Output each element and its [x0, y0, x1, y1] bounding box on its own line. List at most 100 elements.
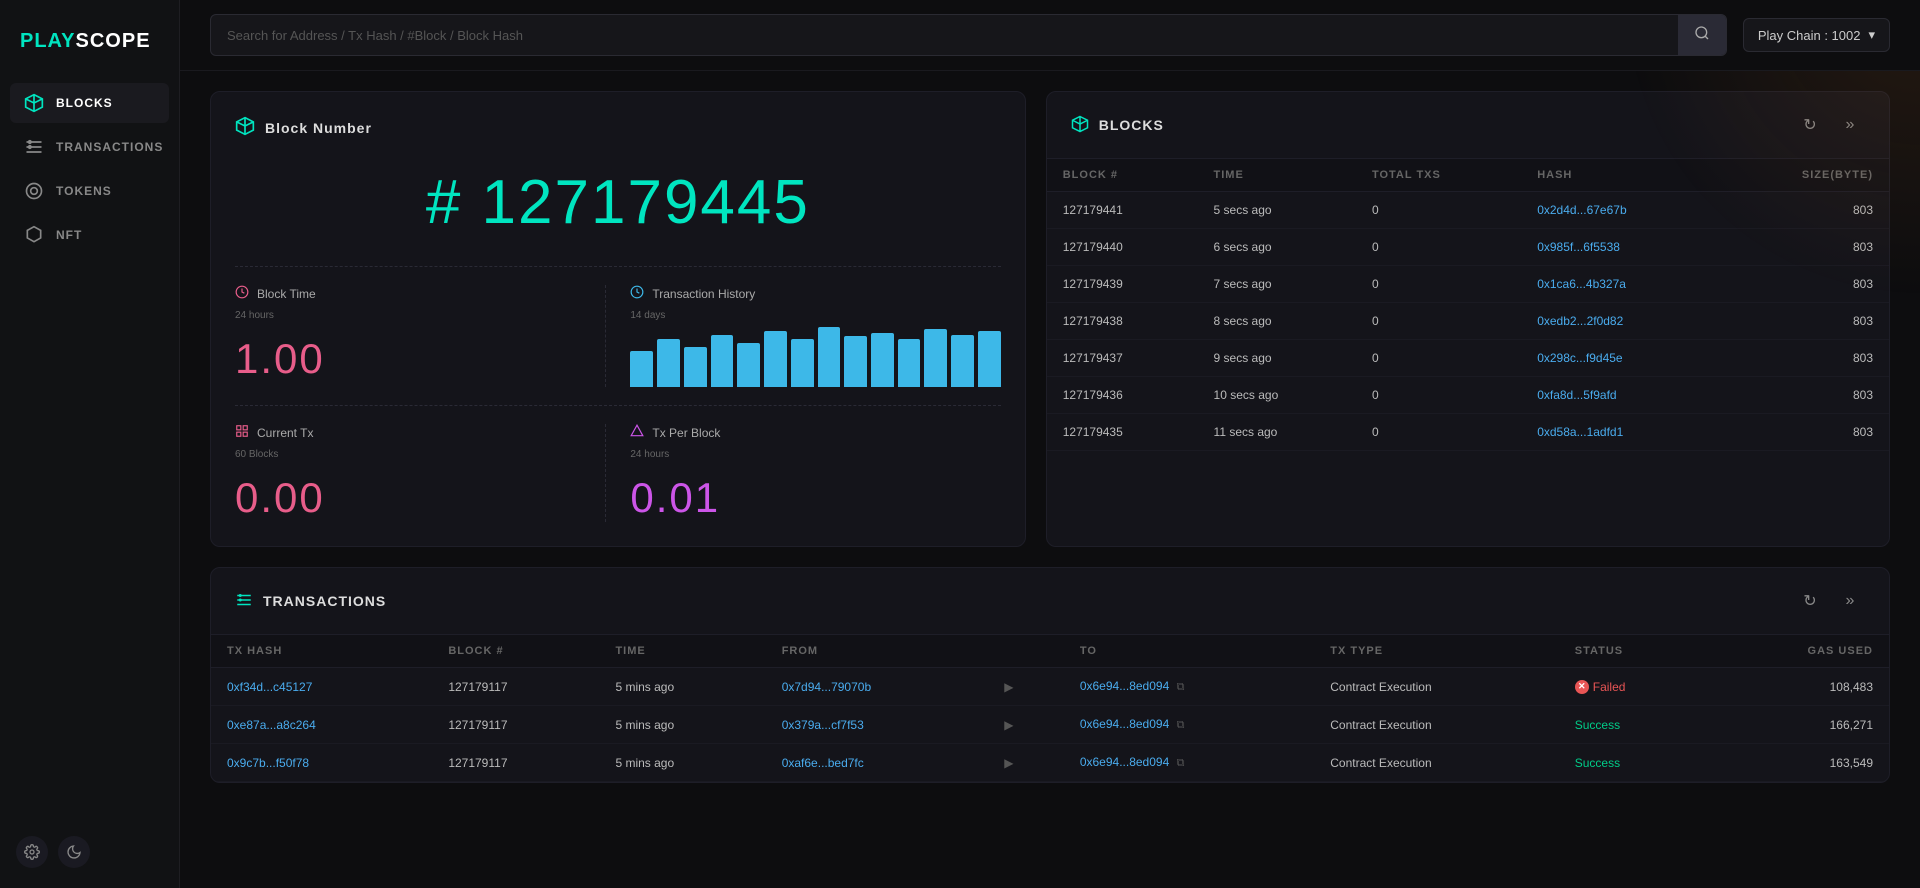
block-size-cell: 803 [1720, 303, 1889, 340]
block-hash-cell[interactable]: 0x2d4d...67e67b [1521, 192, 1720, 229]
block-hash-cell[interactable]: 0x298c...f9d45e [1521, 340, 1720, 377]
transactions-icon [24, 137, 44, 157]
settings-button[interactable] [16, 836, 48, 868]
tx-per-block-value: 0.01 [630, 474, 1000, 522]
tx-from-cell[interactable]: 0x379a...cf7f53 [766, 706, 989, 744]
chart-bar [844, 336, 867, 387]
block-hash-link[interactable]: 0xfa8d...5f9afd [1537, 388, 1616, 402]
blocks-refresh-button[interactable]: ↻ [1795, 110, 1825, 140]
block-hash-cell[interactable]: 0x985f...6f5538 [1521, 229, 1720, 266]
tx-from-link[interactable]: 0x379a...cf7f53 [782, 718, 864, 732]
col-size: SIZE(BYTE) [1720, 159, 1889, 192]
tx-to-link[interactable]: 0x6e94...8ed094 [1080, 755, 1169, 769]
block-hash-cell[interactable]: 0xfa8d...5f9afd [1521, 377, 1720, 414]
search-input[interactable] [211, 18, 1678, 53]
sidebar-item-nft[interactable]: NFT [10, 215, 169, 255]
stats-row-top: Block Time 24 hours 1.00 Transaction His… [235, 285, 1001, 387]
sidebar-label-tokens: TOKENS [56, 184, 112, 198]
status-failed: ✕Failed [1575, 680, 1695, 694]
col-hash: HASH [1521, 159, 1720, 192]
tx-from-link[interactable]: 0x7d94...79070b [782, 680, 871, 694]
stats-row-bottom: Current Tx 60 Blocks 0.00 Tx Per Block [235, 424, 1001, 522]
block-hash-cell[interactable]: 0x1ca6...4b327a [1521, 266, 1720, 303]
transactions-forward-button[interactable]: » [1835, 586, 1865, 616]
tx-hash-link[interactable]: 0xe87a...a8c264 [227, 718, 316, 732]
tx-hash-cell[interactable]: 0xe87a...a8c264 [211, 706, 432, 744]
current-tx-value: 0.00 [235, 474, 605, 522]
tx-hash-link[interactable]: 0x9c7b...f50f78 [227, 756, 309, 770]
sidebar-label-transactions: TRANSACTIONS [56, 140, 163, 154]
tokens-icon [24, 181, 44, 201]
block-hash-link[interactable]: 0x2d4d...67e67b [1537, 203, 1626, 217]
block-time-cell: 5 secs ago [1198, 192, 1356, 229]
sidebar-item-tokens[interactable]: TOKENS [10, 171, 169, 211]
col-tx-from: FROM [766, 635, 989, 668]
blocks-table-title: BLOCKS [1071, 115, 1795, 136]
block-number-card-header: Block Number [235, 116, 1001, 139]
block-num-cell: 127179439 [1047, 266, 1198, 303]
block-hash-link[interactable]: 0xedb2...2f0d82 [1537, 314, 1623, 328]
blocks-table-header-row: BLOCK # TIME TOTAL TXS HASH SIZE(BYTE) [1047, 159, 1889, 192]
block-size-cell: 803 [1720, 229, 1889, 266]
col-tx-hash: TX HASH [211, 635, 432, 668]
tx-hash-link[interactable]: 0xf34d...c45127 [227, 680, 312, 694]
block-time-cell: 7 secs ago [1198, 266, 1356, 303]
blocks-table-card: BLOCKS ↻ » BLOCK # TIME TOTAL TXS HASH [1046, 91, 1890, 547]
block-hash-link[interactable]: 0xd58a...1adfd1 [1537, 425, 1623, 439]
table-row: 0x9c7b...f50f78 127179117 5 mins ago 0xa… [211, 744, 1889, 782]
search-button[interactable] [1678, 15, 1726, 55]
block-hash-cell[interactable]: 0xedb2...2f0d82 [1521, 303, 1720, 340]
block-hash-cell[interactable]: 0xd58a...1adfd1 [1521, 414, 1720, 451]
transactions-table-header: TRANSACTIONS ↻ » [211, 568, 1889, 635]
header: Play Chain : 1002 ▾ [180, 0, 1920, 71]
blocks-table-header: BLOCKS ↻ » [1047, 92, 1889, 159]
tx-hash-cell[interactable]: 0x9c7b...f50f78 [211, 744, 432, 782]
tx-to-cell[interactable]: 0x6e94...8ed094 ⧉ [1064, 706, 1314, 744]
blocks-table-body: 127179441 5 secs ago 0 0x2d4d...67e67b 8… [1047, 192, 1889, 451]
tx-from-link[interactable]: 0xaf6e...bed7fc [782, 756, 864, 770]
tx-to-cell[interactable]: 0x6e94...8ed094 ⧉ [1064, 744, 1314, 782]
block-txs-cell: 0 [1356, 266, 1521, 303]
table-row: 127179439 7 secs ago 0 0x1ca6...4b327a 8… [1047, 266, 1889, 303]
col-tx-gas: GAS USED [1710, 635, 1889, 668]
arrow-icon: ▶ [1004, 756, 1013, 770]
theme-button[interactable] [58, 836, 90, 868]
tx-from-cell[interactable]: 0x7d94...79070b [766, 668, 989, 706]
sidebar-bottom [0, 816, 179, 888]
transactions-table-body: 0xf34d...c45127 127179117 5 mins ago 0x7… [211, 668, 1889, 782]
copy-icon[interactable]: ⧉ [1177, 719, 1185, 731]
tx-type-cell: Contract Execution [1314, 744, 1558, 782]
current-tx-icon [235, 424, 249, 441]
logo-play: PLAY [20, 30, 76, 52]
block-hash-link[interactable]: 0x985f...6f5538 [1537, 240, 1620, 254]
blocks-forward-button[interactable]: » [1835, 110, 1865, 140]
tx-from-cell[interactable]: 0xaf6e...bed7fc [766, 744, 989, 782]
block-time-cell: 10 secs ago [1198, 377, 1356, 414]
current-tx-label: Current Tx [257, 426, 313, 440]
logo-text: PLAYSCOPE [20, 30, 159, 53]
chart-bar [871, 333, 894, 387]
sidebar-item-transactions[interactable]: TRANSACTIONS [10, 127, 169, 167]
block-size-cell: 803 [1720, 340, 1889, 377]
transactions-refresh-button[interactable]: ↻ [1795, 586, 1825, 616]
tx-per-block-sublabel: 24 hours [630, 449, 1000, 460]
col-time: TIME [1198, 159, 1356, 192]
copy-icon[interactable]: ⧉ [1177, 681, 1185, 693]
chart-bar [737, 343, 760, 387]
tx-to-link[interactable]: 0x6e94...8ed094 [1080, 717, 1169, 731]
chart-bar [951, 335, 974, 387]
transactions-table-actions: ↻ » [1795, 586, 1865, 616]
tx-to-cell[interactable]: 0x6e94...8ed094 ⧉ [1064, 668, 1314, 706]
blocks-table-actions: ↻ » [1795, 110, 1865, 140]
block-hash-link[interactable]: 0x1ca6...4b327a [1537, 277, 1626, 291]
chart-bar [764, 331, 787, 387]
sidebar-item-blocks[interactable]: BLOCKS [10, 83, 169, 123]
chain-selector[interactable]: Play Chain : 1002 ▾ [1743, 18, 1890, 52]
tx-per-block-stat: Tx Per Block 24 hours 0.01 [605, 424, 1000, 522]
tx-to-link[interactable]: 0x6e94...8ed094 [1080, 679, 1169, 693]
copy-icon[interactable]: ⧉ [1177, 757, 1185, 769]
chart-bar [791, 339, 814, 387]
sidebar-label-nft: NFT [56, 228, 82, 242]
tx-hash-cell[interactable]: 0xf34d...c45127 [211, 668, 432, 706]
block-hash-link[interactable]: 0x298c...f9d45e [1537, 351, 1622, 365]
